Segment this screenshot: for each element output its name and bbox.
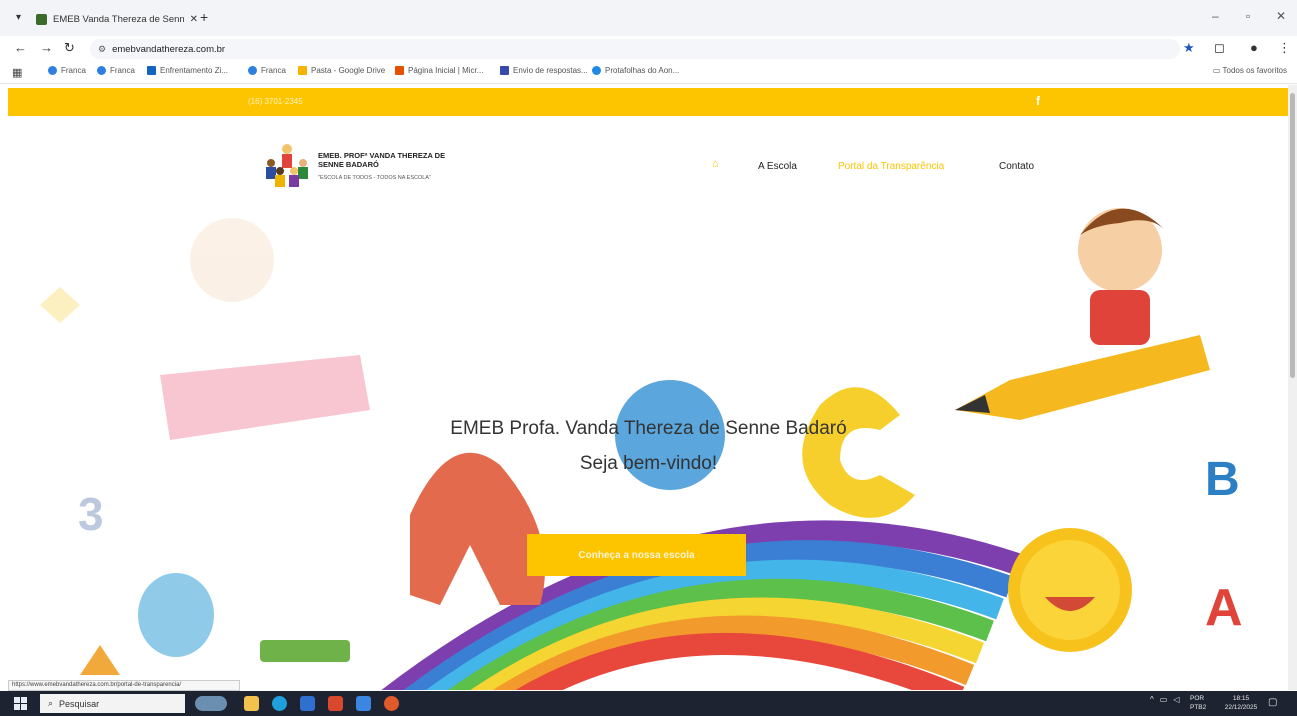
bookmark-favicon-icon <box>97 66 106 75</box>
contact-phone[interactable]: (16) 3701-2345 <box>248 97 303 106</box>
bookmark-item[interactable]: Envio de respostas... <box>500 66 588 75</box>
facebook-icon[interactable]: f <box>1036 94 1040 108</box>
new-tab-plus-icon[interactable]: + <box>200 9 208 25</box>
screen: ▾ EMEB Vanda Thereza de Senn ✕ + – ▫ ✕ ←… <box>0 0 1297 716</box>
system-tray: ^ ▭ ◁ <box>1150 695 1179 704</box>
hero-section: 3 B A EMEB Profa. Vanda Thereza de Senne… <box>0 205 1288 690</box>
maximize-icon[interactable]: ▫ <box>1246 9 1250 23</box>
notifications-icon[interactable]: ▢ <box>1268 697 1277 708</box>
forms-icon <box>500 66 509 75</box>
letter-a-decoration: A <box>1205 579 1243 637</box>
bookmark-favicon-icon <box>48 66 57 75</box>
windows-start-icon[interactable] <box>14 697 27 710</box>
all-bookmarks-button[interactable]: ▭ Todos os favoritos <box>1213 66 1287 75</box>
taskbar-search-input[interactable]: ⌕ Pesquisar <box>40 694 185 713</box>
microsoft-icon <box>395 66 404 75</box>
link-status-url: https://www.emebvandathereza.com.br/port… <box>8 680 240 691</box>
reload-icon[interactable]: ↻ <box>64 40 75 56</box>
word-icon[interactable] <box>356 696 371 711</box>
search-icon: ⌕ <box>48 698 54 708</box>
site-favicon-icon <box>36 13 47 25</box>
school-motto: "ESCOLA DE TODOS - TODOS NA ESCOLA" <box>318 175 431 181</box>
extensions-icon[interactable]: ◻ <box>1214 40 1225 56</box>
balloon-icon <box>138 573 214 657</box>
bookmark-item[interactable]: Pasta - Google Drive <box>298 66 385 75</box>
bookmark-item[interactable]: Franca <box>248 66 286 75</box>
taskbar-clock[interactable]: 18:15 22/12/2025 <box>1218 694 1264 712</box>
hero-subtitle: Seja bem-vindo! <box>579 453 718 474</box>
hero-illustration: 3 B A <box>40 208 1243 690</box>
folder-icon: ▭ <box>1212 66 1223 75</box>
address-bar[interactable]: ⚙ emebvandathereza.com.br <box>90 39 1180 59</box>
bookmarks-bar: ▦ Franca Franca Enfrentamento Zi... Fran… <box>0 62 1297 84</box>
file-explorer-icon[interactable] <box>244 696 259 711</box>
drive-icon <box>298 66 307 75</box>
outlook-icon[interactable] <box>300 696 315 711</box>
address-url: emebvandathereza.com.br <box>112 43 226 55</box>
site-header: EMEB. PROFª VANDA THEREZA DE SENNE BADAR… <box>0 125 1288 195</box>
apps-grid-icon[interactable]: ▦ <box>12 66 22 79</box>
faded-kids-illustration <box>40 218 370 440</box>
windows-taskbar: ⌕ Pesquisar ^ ▭ ◁ POR PTB2 18:15 22/12/2… <box>0 691 1297 716</box>
bookmark-favicon-icon <box>248 66 257 75</box>
sun-character <box>1008 528 1132 652</box>
profile-avatar-icon[interactable]: ● <box>1250 40 1258 55</box>
site-info-icon[interactable]: ⚙ <box>98 44 106 55</box>
bookmark-item[interactable]: Franca <box>97 66 135 75</box>
nav-home-icon[interactable]: ⌂ <box>712 158 719 170</box>
school-name[interactable]: EMEB. PROFª VANDA THEREZA DE SENNE BADAR… <box>318 151 458 169</box>
bookmark-item[interactable]: Página Inicial | Micr... <box>395 66 483 75</box>
tab-close-icon[interactable]: ✕ <box>190 14 198 25</box>
hero-title: EMEB Profa. Vanda Thereza de Senne Badar… <box>450 418 847 439</box>
triangle-block-icon <box>80 645 120 675</box>
book-stack-icon <box>260 640 350 662</box>
school-logo-icon[interactable] <box>262 141 312 189</box>
close-window-icon[interactable]: ✕ <box>1276 9 1286 23</box>
back-arrow-icon[interactable]: ← <box>14 40 27 55</box>
browser-menu-icon[interactable]: ⋮ <box>1278 40 1291 56</box>
nav-contato[interactable]: Contato <box>999 161 1034 172</box>
nav-a-escola[interactable]: A Escola <box>758 161 797 172</box>
bookmark-star-icon[interactable]: ★ <box>1183 40 1195 56</box>
chrome-icon[interactable] <box>328 696 343 711</box>
conheca-escola-button[interactable]: Conheça a nossa escola <box>527 534 746 576</box>
firefox-icon[interactable] <box>384 696 399 711</box>
keyboard-language[interactable]: POR PTB2 <box>1190 694 1206 712</box>
tray-chevron-icon[interactable]: ^ <box>1150 695 1154 704</box>
site-top-bar: (16) 3701-2345 f <box>8 88 1288 116</box>
bookmark-item[interactable]: Enfrentamento Zi... <box>147 66 228 75</box>
volume-icon[interactable]: ◁ <box>1173 695 1179 704</box>
browser-toolbar: ← → ↻ ⚙ emebvandathereza.com.br ★ ◻ ● ⋮ <box>0 36 1297 62</box>
minimize-icon[interactable]: – <box>1212 9 1219 23</box>
edge-icon[interactable] <box>272 696 287 711</box>
bookmark-item[interactable]: Franca <box>48 66 86 75</box>
letter-a-character <box>410 452 545 605</box>
number-three-decoration: 3 <box>78 488 104 540</box>
website-viewport: (16) 3701-2345 f EMEB. PROFª VANDA THERE… <box>0 85 1288 690</box>
page-scrollbar[interactable] <box>1288 85 1297 690</box>
network-icon[interactable]: ▭ <box>1160 695 1168 704</box>
boy-on-pencil-illustration <box>955 208 1210 420</box>
bookmark-item[interactable]: Protafolhas do Aon... <box>592 66 679 75</box>
tab-search-chevron-icon[interactable]: ▾ <box>16 12 21 23</box>
weather-widget-icon[interactable] <box>195 696 227 711</box>
browser-tab-strip: ▾ EMEB Vanda Thereza de Senn ✕ + – ▫ ✕ <box>0 0 1297 36</box>
bookmark-favicon-icon <box>592 66 601 75</box>
scrollbar-thumb[interactable] <box>1290 93 1295 378</box>
nav-portal-transparencia[interactable]: Portal da Transparência <box>838 161 944 172</box>
forward-arrow-icon[interactable]: → <box>40 40 53 55</box>
bookmark-favicon-icon <box>147 66 156 75</box>
tab-title: EMEB Vanda Thereza de Senn <box>53 13 184 25</box>
browser-tab-active[interactable]: EMEB Vanda Thereza de Senn ✕ <box>36 6 198 32</box>
